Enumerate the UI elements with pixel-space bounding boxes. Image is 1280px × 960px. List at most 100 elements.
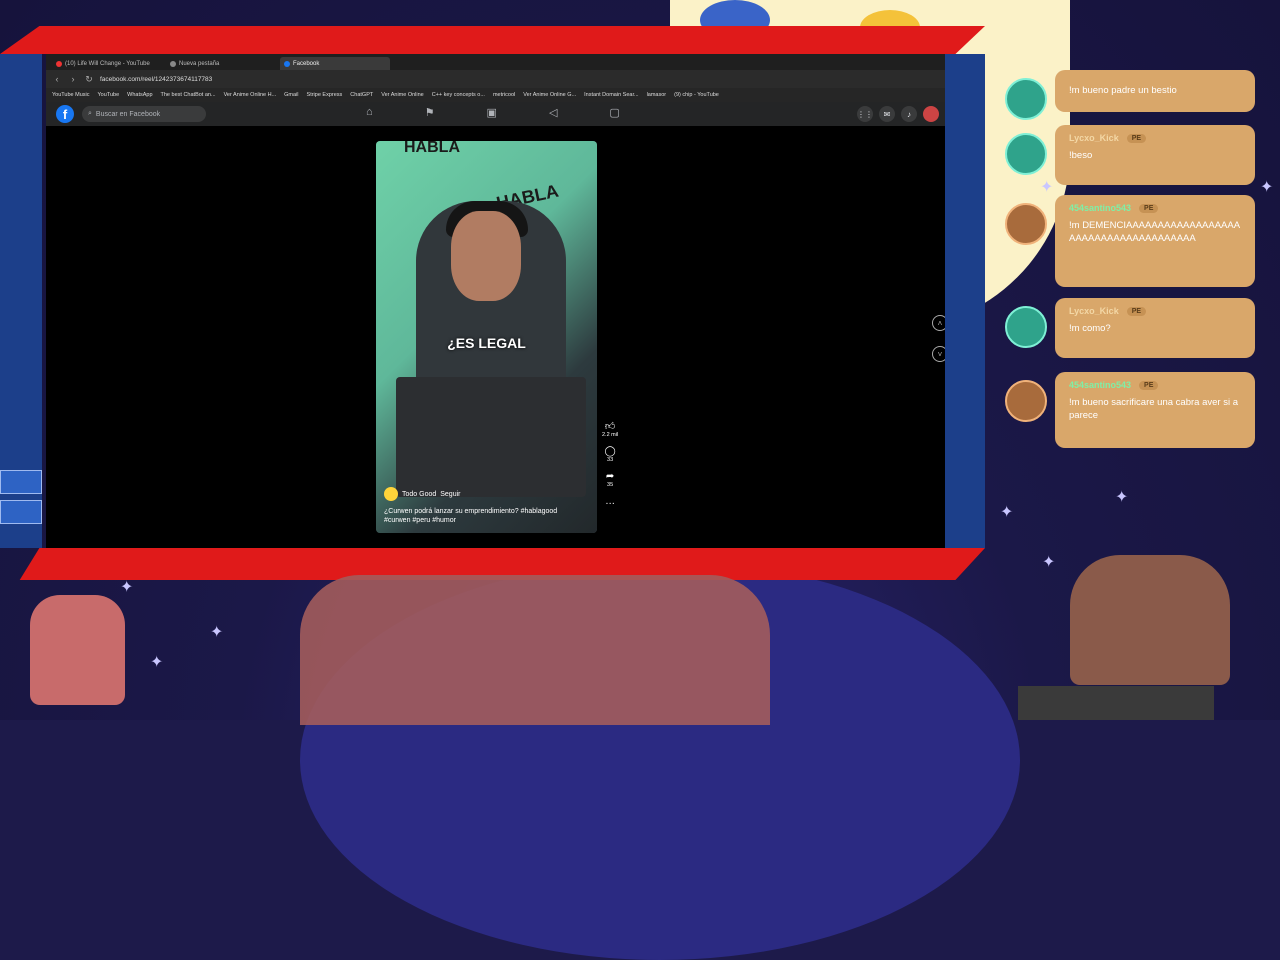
author-avatar[interactable] [384, 487, 398, 501]
back-icon[interactable]: ‹ [52, 74, 62, 84]
bookmark-item[interactable]: Instant Domain Sear... [584, 92, 638, 98]
chat-avatar [1005, 78, 1047, 120]
gaming-icon[interactable]: ▢ [609, 106, 619, 119]
mascot-left [30, 595, 125, 705]
star-icon: ✦ [1115, 489, 1129, 506]
chat-message: Lycxo_Kick PE !m como? [1055, 298, 1255, 358]
share-count: 35 [607, 482, 614, 488]
share-button[interactable]: ➦ 35 [606, 471, 614, 488]
more-icon: … [605, 496, 616, 507]
chat-avatar [1005, 306, 1047, 348]
comment-button[interactable]: ◯ 33 [605, 446, 616, 463]
url-input[interactable]: facebook.com/reel/1242373674117783 [100, 76, 939, 83]
streamer-hands [300, 575, 770, 725]
next-reel-button[interactable]: ˅ [932, 346, 945, 362]
like-button[interactable]: 👍︎ 2.2 mil [602, 420, 618, 438]
reel-face [451, 211, 521, 301]
bookmark-item[interactable]: Ver Anime Online G... [523, 92, 576, 98]
bookmark-item[interactable]: Stripe Express [307, 92, 343, 98]
mascot-right [1070, 555, 1230, 685]
bookmark-item[interactable]: lamasor [647, 92, 667, 98]
search-placeholder: Buscar en Facebook [95, 110, 161, 118]
browser-window: (10) Life Will Change - YouTube Nueva pe… [46, 54, 945, 548]
facebook-logo-icon[interactable]: f [56, 105, 74, 123]
tab-youtube[interactable]: (10) Life Will Change - YouTube [52, 57, 162, 70]
country-badge: PE [1126, 133, 1147, 143]
chat-username: 454santino543 PE [1069, 203, 1241, 213]
chat-message-text: !m bueno sacrificare una cabra aver si a… [1069, 397, 1238, 421]
comment-icon: ◯ [604, 446, 616, 457]
frame-right [945, 54, 985, 548]
tab-new[interactable]: Nueva pestaña [166, 57, 276, 70]
bookmark-item[interactable]: WhatsApp [127, 92, 152, 98]
avatar[interactable] [923, 106, 939, 122]
chat-avatar [1005, 133, 1047, 175]
bookmark-item[interactable]: Gmail [284, 92, 298, 98]
chat-message: 454santino543 PE !m bueno sacrificare una … [1055, 372, 1255, 448]
bookmark-item[interactable]: The best ChatBot an... [161, 92, 216, 98]
facebook-header: f ⌕ Buscar en Facebook ⌂ ⚑ ▣ ◁ ▢ ⋮⋮ ✉ ♪ [46, 102, 945, 126]
country-badge: PE [1139, 380, 1159, 390]
author-name[interactable]: Todo Good [402, 491, 436, 498]
bookmark-item[interactable]: Ver Anime Online [381, 92, 424, 98]
chat-message: 454santino543 PE !m DEMENCIAAAAAAAAAAAAAAA… [1055, 195, 1255, 287]
bookmark-item[interactable]: C++ key concepts o... [432, 92, 485, 98]
chat-avatar [1005, 203, 1047, 245]
country-badge: PE [1126, 306, 1147, 316]
thumbs-up-icon: 👍︎ [604, 421, 616, 432]
follow-button[interactable]: Seguir [440, 491, 460, 498]
bookmark-item[interactable]: YouTube [98, 92, 120, 98]
star-icon: ✦ [1042, 554, 1056, 571]
chat-avatar [1005, 380, 1047, 422]
menu-grid-icon[interactable]: ⋮⋮ [857, 106, 873, 122]
reel-laptop [396, 377, 586, 497]
tab-label: Facebook [293, 60, 320, 67]
share-icon: ➦ [605, 471, 615, 482]
tab-bar: (10) Life Will Change - YouTube Nueva pe… [46, 54, 945, 70]
tab-facebook[interactable]: Facebook [280, 57, 390, 70]
reel-video[interactable]: HABLA HABLA ¿ES LEGAL Todo Good Seguir ¿… [376, 141, 597, 533]
chat-message-text: !m como? [1069, 323, 1111, 334]
more-button[interactable]: … [605, 496, 615, 507]
chevron-down-icon: ˅ [937, 349, 943, 359]
reel-description: ¿Curwen podrá lanzar su emprendimiento? … [384, 508, 558, 524]
reload-icon[interactable]: ↻ [84, 74, 94, 85]
stream-chat: !m bueno padre un bestio Lycxo_Kick PE !bes… [1005, 70, 1275, 470]
reel-author[interactable]: Todo Good Seguir [384, 487, 460, 501]
comment-count: 33 [607, 457, 614, 463]
chevron-up-icon: ˄ [937, 318, 943, 328]
chat-username: 454santino543 PE [1069, 380, 1241, 390]
forward-icon[interactable]: › [68, 74, 78, 84]
country-badge: PE [1139, 203, 1159, 213]
frame-top-bar [0, 26, 985, 54]
new-tab-icon [170, 60, 176, 67]
chat-username: Lycxo_Kick PE [1069, 133, 1241, 143]
chat-username-text: Lycxo_Kick [1069, 133, 1119, 143]
messenger-icon[interactable]: ✉ [879, 106, 895, 122]
tab-label: (10) Life Will Change - YouTube [65, 60, 150, 67]
bookmark-item[interactable]: (9) chip - YouTube [674, 92, 719, 98]
tab-label: Nueva pestaña [179, 60, 220, 67]
bookmark-item[interactable]: Ver Anime Online H... [224, 92, 277, 98]
flag-icon[interactable]: ⚑ [425, 106, 435, 119]
bookmark-item[interactable]: YouTube Music [52, 92, 90, 98]
reel-actions: 👍︎ 2.2 mil ◯ 33 ➦ 35 … [602, 420, 618, 507]
megaphone-icon[interactable]: ◁ [549, 106, 557, 119]
home-icon[interactable]: ⌂ [366, 106, 373, 119]
facebook-nav: ⌂ ⚑ ▣ ◁ ▢ [366, 106, 620, 119]
frame-side-tab [0, 470, 42, 494]
desk [1018, 686, 1214, 720]
star-icon: ✦ [1000, 504, 1014, 521]
bell-icon[interactable]: ♪ [901, 106, 917, 122]
chat-username-text: Lycxo_Kick [1069, 306, 1119, 316]
bookmark-item[interactable]: metricool [493, 92, 515, 98]
star-icon: ✦ [150, 654, 164, 671]
bookmark-item[interactable]: ChatGPT [350, 92, 373, 98]
chat-message-text: !m DEMENCIAAAAAAAAAAAAAAAAAAAAAAAAAAAAAA… [1069, 220, 1241, 244]
chat-username: Lycxo_Kick PE [1069, 306, 1241, 316]
previous-reel-button[interactable]: ˄ [932, 315, 945, 331]
facebook-search[interactable]: ⌕ Buscar en Facebook [82, 106, 206, 122]
search-icon: ⌕ [88, 110, 92, 117]
video-icon[interactable]: ▣ [487, 106, 497, 119]
reel-sign: HABLA [404, 141, 460, 156]
